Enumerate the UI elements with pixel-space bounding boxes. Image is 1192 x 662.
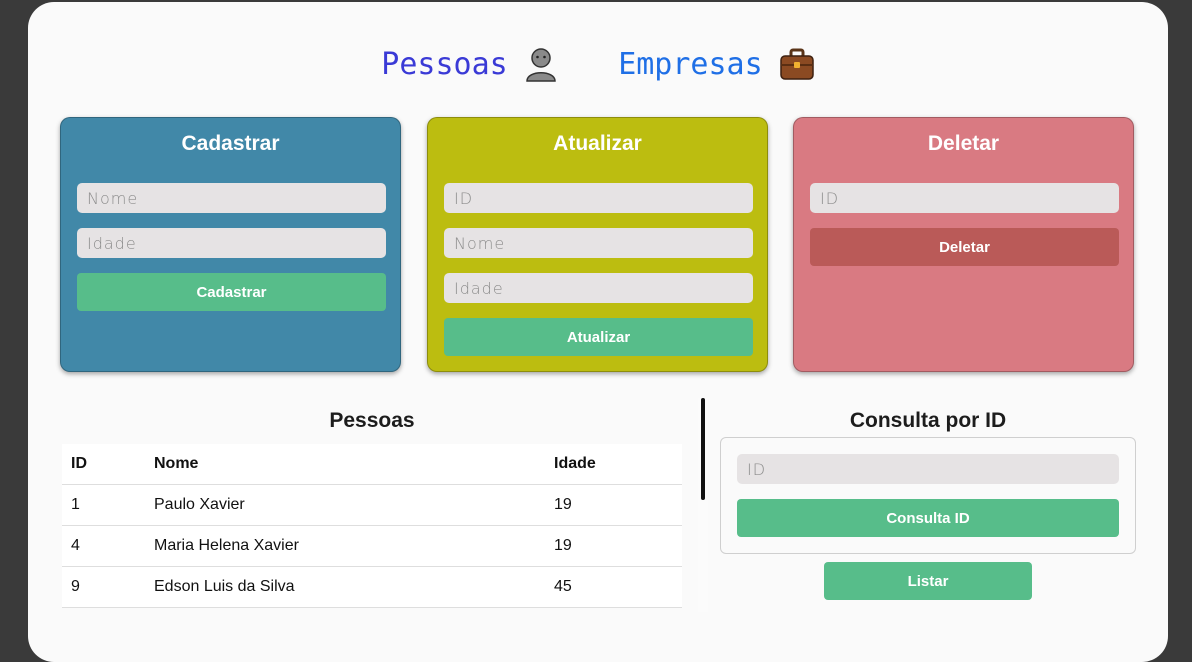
app-window: Pessoas Empresas Cadastrar Nome Idade Ca…	[28, 2, 1168, 662]
deletar-card: Deletar Deletar	[793, 117, 1134, 372]
column-header-id: ID	[62, 444, 145, 485]
table-row: 9 Edson Luis da Silva 45	[62, 566, 682, 608]
consulta-id-input[interactable]	[737, 454, 1119, 484]
atualizar-button[interactable]: Atualizar	[444, 318, 753, 356]
consulta-id-button[interactable]: Consulta ID	[737, 499, 1119, 537]
deletar-id-input[interactable]	[810, 183, 1119, 213]
top-nav: Pessoas Empresas	[28, 46, 1168, 82]
atualizar-card: Atualizar Atualizar	[427, 117, 768, 372]
cell-idade: 45	[545, 566, 682, 608]
atualizar-nome-input[interactable]	[444, 228, 753, 258]
cell-id: 4	[62, 525, 145, 567]
cell-idade: 19	[545, 484, 682, 526]
atualizar-idade-input[interactable]	[444, 273, 753, 303]
cell-id: 9	[62, 566, 145, 608]
consulta-title: Consulta por ID	[849, 409, 1007, 432]
cell-nome: Edson Luis da Silva	[145, 566, 545, 608]
consulta-panel: Consulta ID	[720, 437, 1136, 554]
cadastrar-card: Cadastrar Cadastrar	[60, 117, 401, 372]
column-header-nome: Nome	[145, 444, 545, 485]
cadastrar-nome-input[interactable]	[77, 183, 386, 213]
cadastrar-button[interactable]: Cadastrar	[77, 273, 386, 311]
cell-id: 1	[62, 484, 145, 526]
cell-idade: 19	[545, 525, 682, 567]
deletar-button[interactable]: Deletar	[810, 228, 1119, 266]
nav-empresas-link[interactable]: Empresas	[618, 47, 815, 82]
person-icon	[524, 46, 558, 82]
column-header-idade: Idade	[545, 444, 682, 485]
table-row: 1 Paulo Xavier 19	[62, 484, 682, 526]
scrollbar-thumb[interactable]	[701, 398, 705, 500]
cadastrar-idade-input[interactable]	[77, 228, 386, 258]
atualizar-title: Atualizar	[553, 132, 642, 155]
cadastrar-title: Cadastrar	[181, 132, 280, 155]
table-header-row: ID Nome Idade	[62, 444, 682, 485]
pessoas-table: ID Nome Idade 1 Paulo Xavier 19 4 Maria …	[62, 444, 682, 608]
listar-button[interactable]: Listar	[824, 562, 1032, 600]
pessoas-table-title: Pessoas	[329, 409, 415, 432]
cell-nome: Paulo Xavier	[145, 484, 545, 526]
table-row: 4 Maria Helena Xavier 19	[62, 525, 682, 567]
atualizar-id-input[interactable]	[444, 183, 753, 213]
cell-nome: Maria Helena Xavier	[145, 525, 545, 567]
nav-empresas-label: Empresas	[618, 46, 763, 82]
table-scrollbar[interactable]	[698, 398, 708, 612]
nav-pessoas-label: Pessoas	[381, 46, 508, 82]
nav-pessoas-link[interactable]: Pessoas	[381, 46, 557, 82]
briefcase-icon	[779, 47, 815, 81]
deletar-title: Deletar	[927, 132, 1000, 155]
